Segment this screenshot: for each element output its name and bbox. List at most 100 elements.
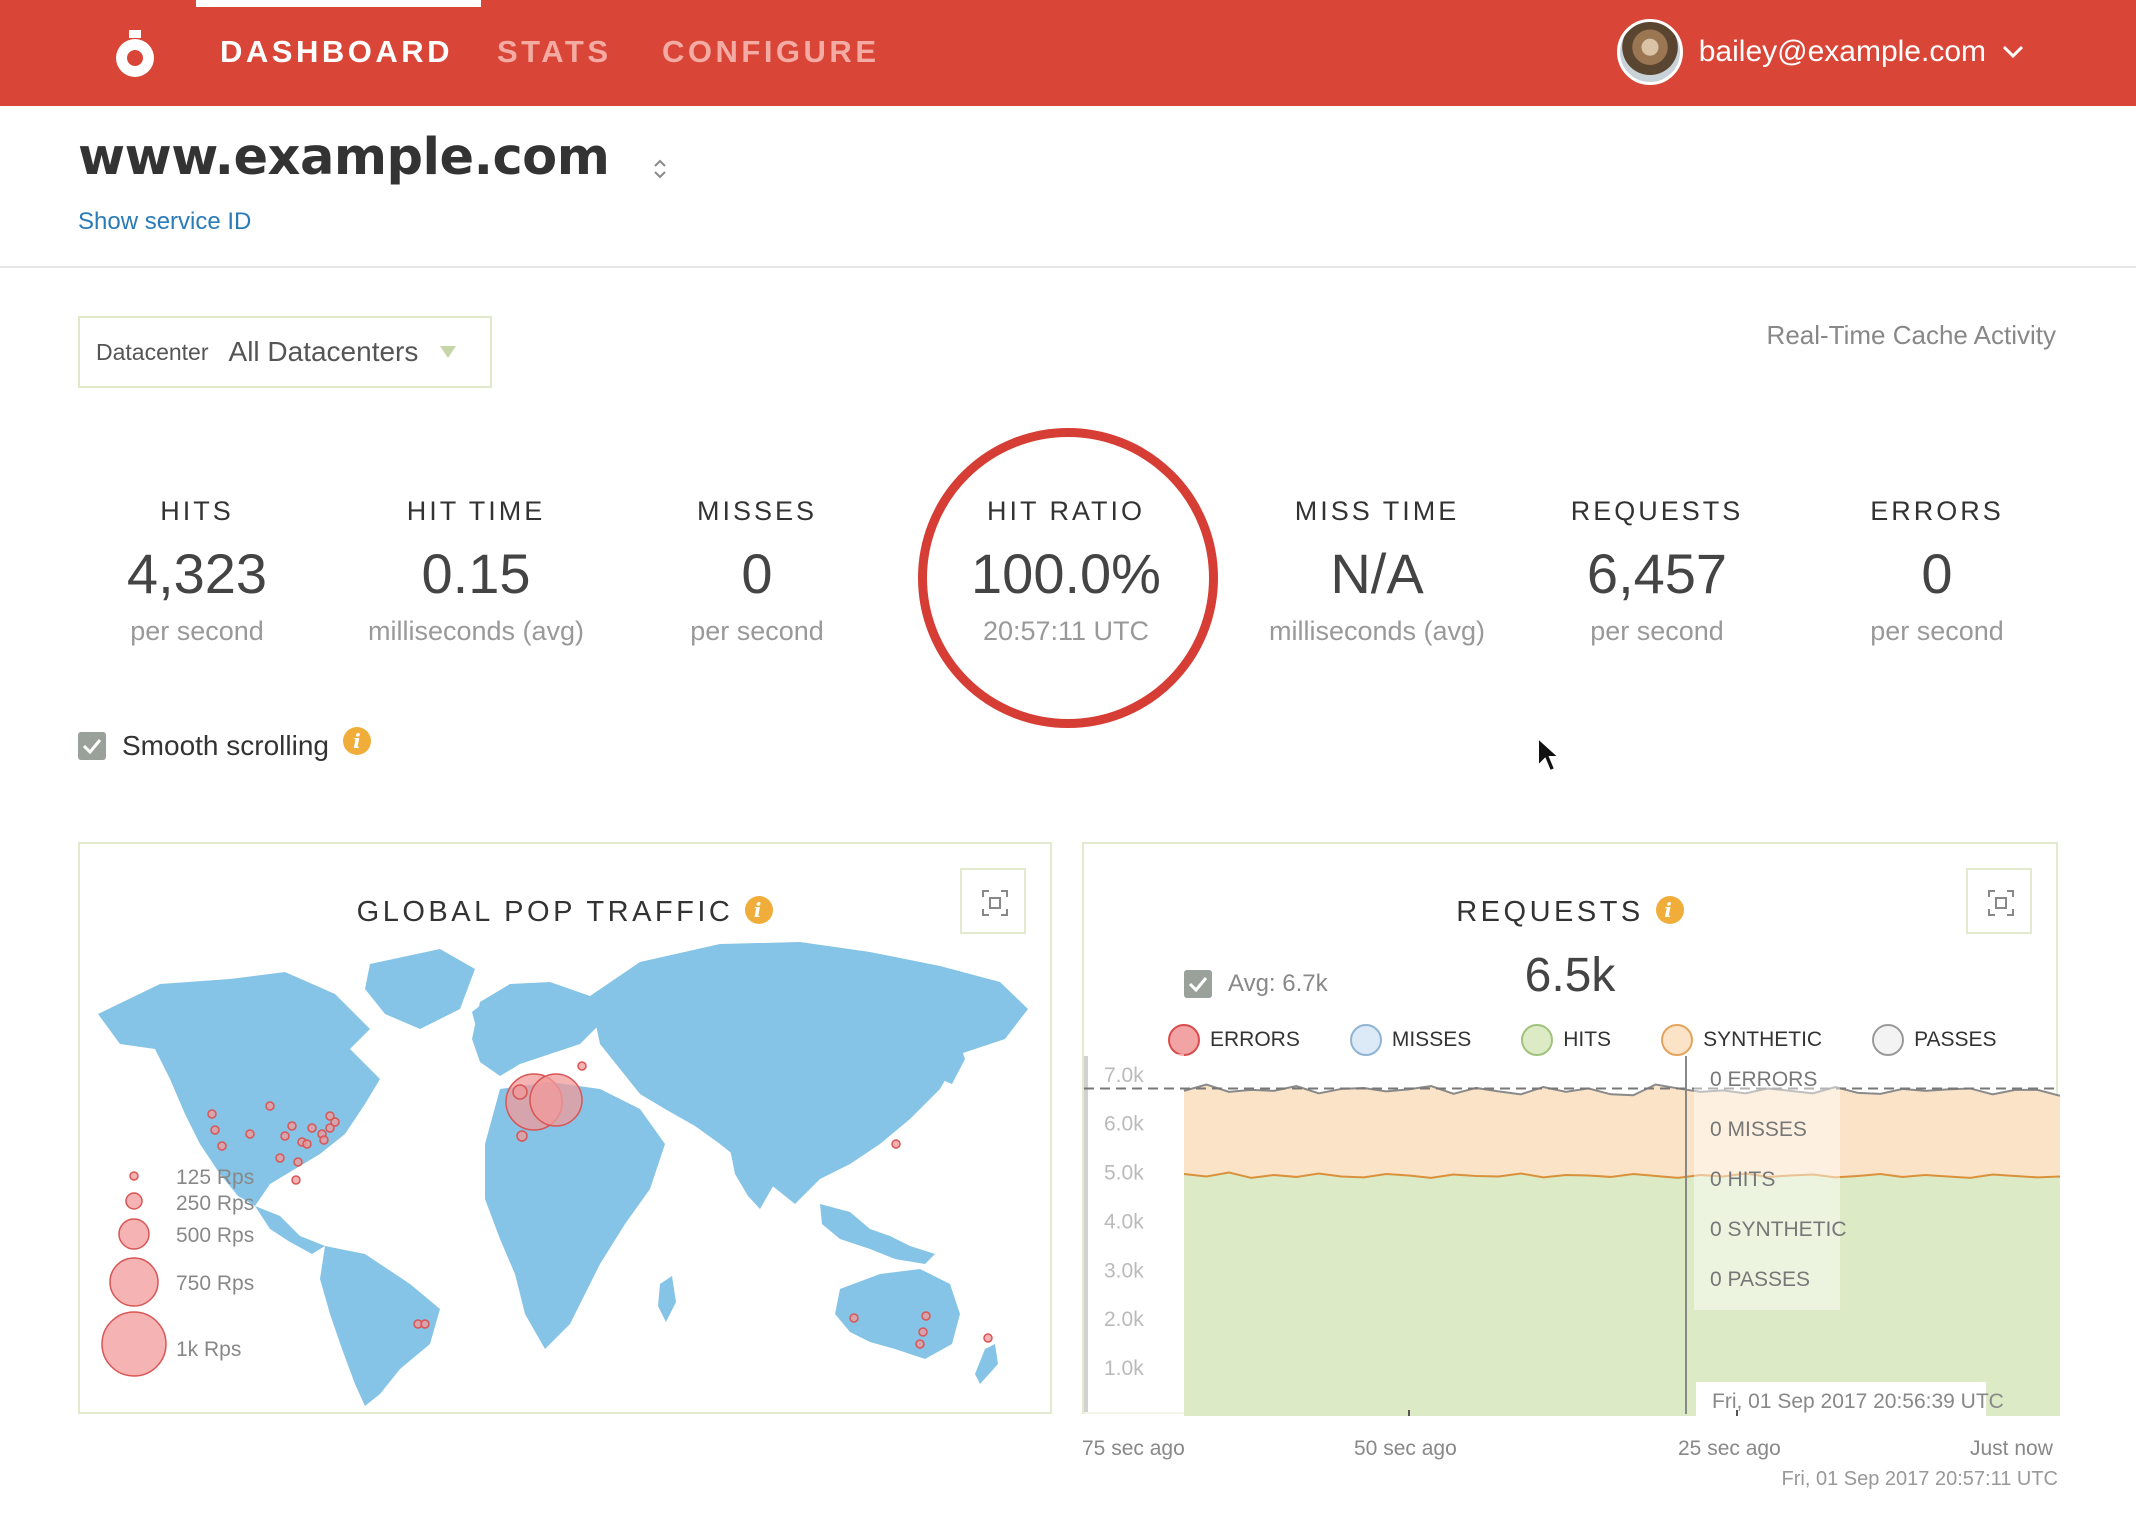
hover-timestamp: Fri, 01 Sep 2017 20:56:39 UTC xyxy=(1712,1390,2004,1413)
tooltip-value: 0 PASSES xyxy=(1710,1268,1810,1291)
stat-hit-time: HIT TIME 0.15 milliseconds (avg) xyxy=(336,496,616,647)
realtime-label: Real-Time Cache Activity xyxy=(1766,320,2056,350)
stat-unit: milliseconds (avg) xyxy=(1268,616,1486,646)
pop-marker[interactable] xyxy=(265,1101,275,1111)
pop-marker[interactable] xyxy=(983,1333,993,1343)
user-menu[interactable]: bailey@example.com xyxy=(1616,19,2026,85)
x-tick-label: 25 sec ago xyxy=(1678,1437,1781,1460)
checkmark-icon xyxy=(82,739,102,755)
stat-value: N/A xyxy=(1330,542,1424,605)
pop-marker[interactable] xyxy=(849,1313,859,1323)
pop-marker[interactable] xyxy=(577,1061,587,1071)
stat-misses: MISSES 0 per second xyxy=(617,496,897,647)
stat-hit-ratio: HIT RATIO 100.0% 20:57:11 UTC xyxy=(926,496,1206,647)
stat-label: MISS TIME xyxy=(1294,496,1460,526)
smooth-scrolling-checkbox[interactable] xyxy=(78,732,106,760)
pop-marker[interactable] xyxy=(420,1319,430,1329)
stat-miss-time: MISS TIME N/A milliseconds (avg) xyxy=(1237,496,1517,647)
nav-tab-configure[interactable]: CONFIGURE xyxy=(662,0,880,106)
scale-label: 125 Rps xyxy=(176,1166,254,1189)
global-pop-traffic-panel: GLOBAL POP TRAFFIC i 125 Rps 250 Rps 500… xyxy=(78,842,1052,1414)
user-email[interactable]: bailey@example.com xyxy=(1699,35,1986,69)
pop-marker[interactable] xyxy=(891,1139,901,1149)
scale-label: 250 Rps xyxy=(176,1192,254,1215)
chart-footer-timestamp: Fri, 01 Sep 2017 20:57:11 UTC xyxy=(1781,1468,2058,1490)
header-divider xyxy=(0,266,2136,268)
avatar[interactable] xyxy=(1616,19,1683,85)
stat-label: ERRORS xyxy=(1870,496,2004,526)
stat-value: 0 xyxy=(1921,542,1953,605)
pop-marker[interactable] xyxy=(918,1327,928,1337)
datacenter-label: Datacenter xyxy=(96,338,209,365)
requests-chart[interactable]: 1.0k2.0k3.0k4.0k5.0k6.0k7.0k0 ERRORS0 MI… xyxy=(1084,844,2060,1416)
nav-tab-dashboard[interactable]: DASHBOARD xyxy=(196,0,481,106)
stat-label: REQUESTS xyxy=(1570,496,1744,526)
traffic-scale-legend xyxy=(101,1171,167,1377)
smooth-scrolling-label[interactable]: Smooth scrolling xyxy=(122,730,329,762)
nav-tab-stats[interactable]: STATS xyxy=(497,0,612,106)
dropdown-caret-icon[interactable] xyxy=(440,346,457,358)
stat-unit: milliseconds (avg) xyxy=(367,616,585,646)
pop-marker[interactable] xyxy=(307,1123,317,1133)
scale-label: 500 Rps xyxy=(176,1224,254,1247)
pop-marker[interactable] xyxy=(512,1084,528,1100)
datacenter-select[interactable]: Datacenter All Datacenters xyxy=(78,316,492,388)
stat-hits: HITS 4,323 per second xyxy=(57,496,337,647)
stat-label: HIT RATIO xyxy=(986,496,1145,526)
pop-marker[interactable] xyxy=(280,1131,290,1141)
tooltip-value: 0 SYNTHETIC xyxy=(1710,1218,1847,1241)
stat-label: MISSES xyxy=(696,496,818,526)
pop-marker[interactable] xyxy=(287,1121,297,1131)
scale-circle xyxy=(101,1311,167,1377)
pop-marker[interactable] xyxy=(921,1311,931,1321)
stat-label: HIT TIME xyxy=(406,496,546,526)
pop-marker[interactable] xyxy=(319,1135,329,1145)
mouse-cursor-icon xyxy=(1537,736,1562,773)
show-service-id-link[interactable]: Show service ID xyxy=(78,208,251,236)
pop-marker[interactable] xyxy=(217,1141,227,1151)
world-map: 125 Rps 250 Rps 500 Rps 750 Rps 1k Rps xyxy=(98,942,1028,1406)
pop-marker[interactable] xyxy=(915,1339,925,1349)
pop-marker[interactable] xyxy=(293,1157,303,1167)
stat-value: 100.0% xyxy=(971,542,1161,605)
pop-marker[interactable] xyxy=(516,1130,528,1142)
stat-value: 0 xyxy=(741,542,773,605)
datacenter-value[interactable]: All Datacenters xyxy=(229,336,419,368)
pop-marker[interactable] xyxy=(245,1129,255,1139)
synthetic-area xyxy=(1184,1084,2060,1178)
pop-marker[interactable] xyxy=(291,1175,301,1185)
requests-panel: REQUESTSi Avg: 6.7k 6.5k ERRORS MISSES xyxy=(1082,842,2060,1416)
stat-unit: per second xyxy=(690,616,824,646)
tooltip-value: 0 HITS xyxy=(1710,1168,1775,1191)
stat-value: 0.15 xyxy=(421,542,531,605)
pop-marker[interactable] xyxy=(302,1139,312,1149)
stat-value: 4,323 xyxy=(126,542,268,605)
stat-errors: ERRORS 0 per second xyxy=(1797,496,2077,647)
pop-marker-europe-2[interactable] xyxy=(529,1073,583,1127)
stat-unit: 20:57:11 UTC xyxy=(982,616,1150,646)
service-selector[interactable]: www.example.com xyxy=(78,128,666,187)
pop-marker[interactable] xyxy=(325,1111,335,1121)
x-tick-label: 75 sec ago xyxy=(1082,1437,1185,1460)
tooltip-value: 0 MISSES xyxy=(1710,1118,1807,1141)
x-tick-label: Just now xyxy=(1970,1437,2053,1460)
chart-fade xyxy=(1084,1054,1184,1416)
pop-marker[interactable] xyxy=(275,1153,285,1163)
stat-requests: REQUESTS 6,457 per second xyxy=(1517,496,1797,647)
chevron-down-icon[interactable] xyxy=(2000,39,2026,65)
hits-area xyxy=(1184,1172,2060,1416)
info-icon[interactable]: i xyxy=(342,727,371,755)
x-tick-label: 50 sec ago xyxy=(1354,1437,1457,1460)
tooltip-value: 0 ERRORS xyxy=(1710,1068,1817,1091)
pop-marker[interactable] xyxy=(207,1109,217,1119)
sort-arrows-icon[interactable] xyxy=(652,156,668,182)
stat-unit: per second xyxy=(130,616,264,646)
stat-value: 6,457 xyxy=(1586,542,1728,605)
stopwatch-logo-icon[interactable] xyxy=(110,30,160,80)
scale-circle xyxy=(125,1192,143,1210)
scale-label: 750 Rps xyxy=(176,1272,254,1295)
scale-circle xyxy=(118,1218,150,1250)
service-name[interactable]: www.example.com xyxy=(78,128,610,187)
pop-marker[interactable] xyxy=(210,1125,220,1135)
smooth-scrolling-toggle[interactable]: Smooth scrolling i xyxy=(78,727,371,762)
